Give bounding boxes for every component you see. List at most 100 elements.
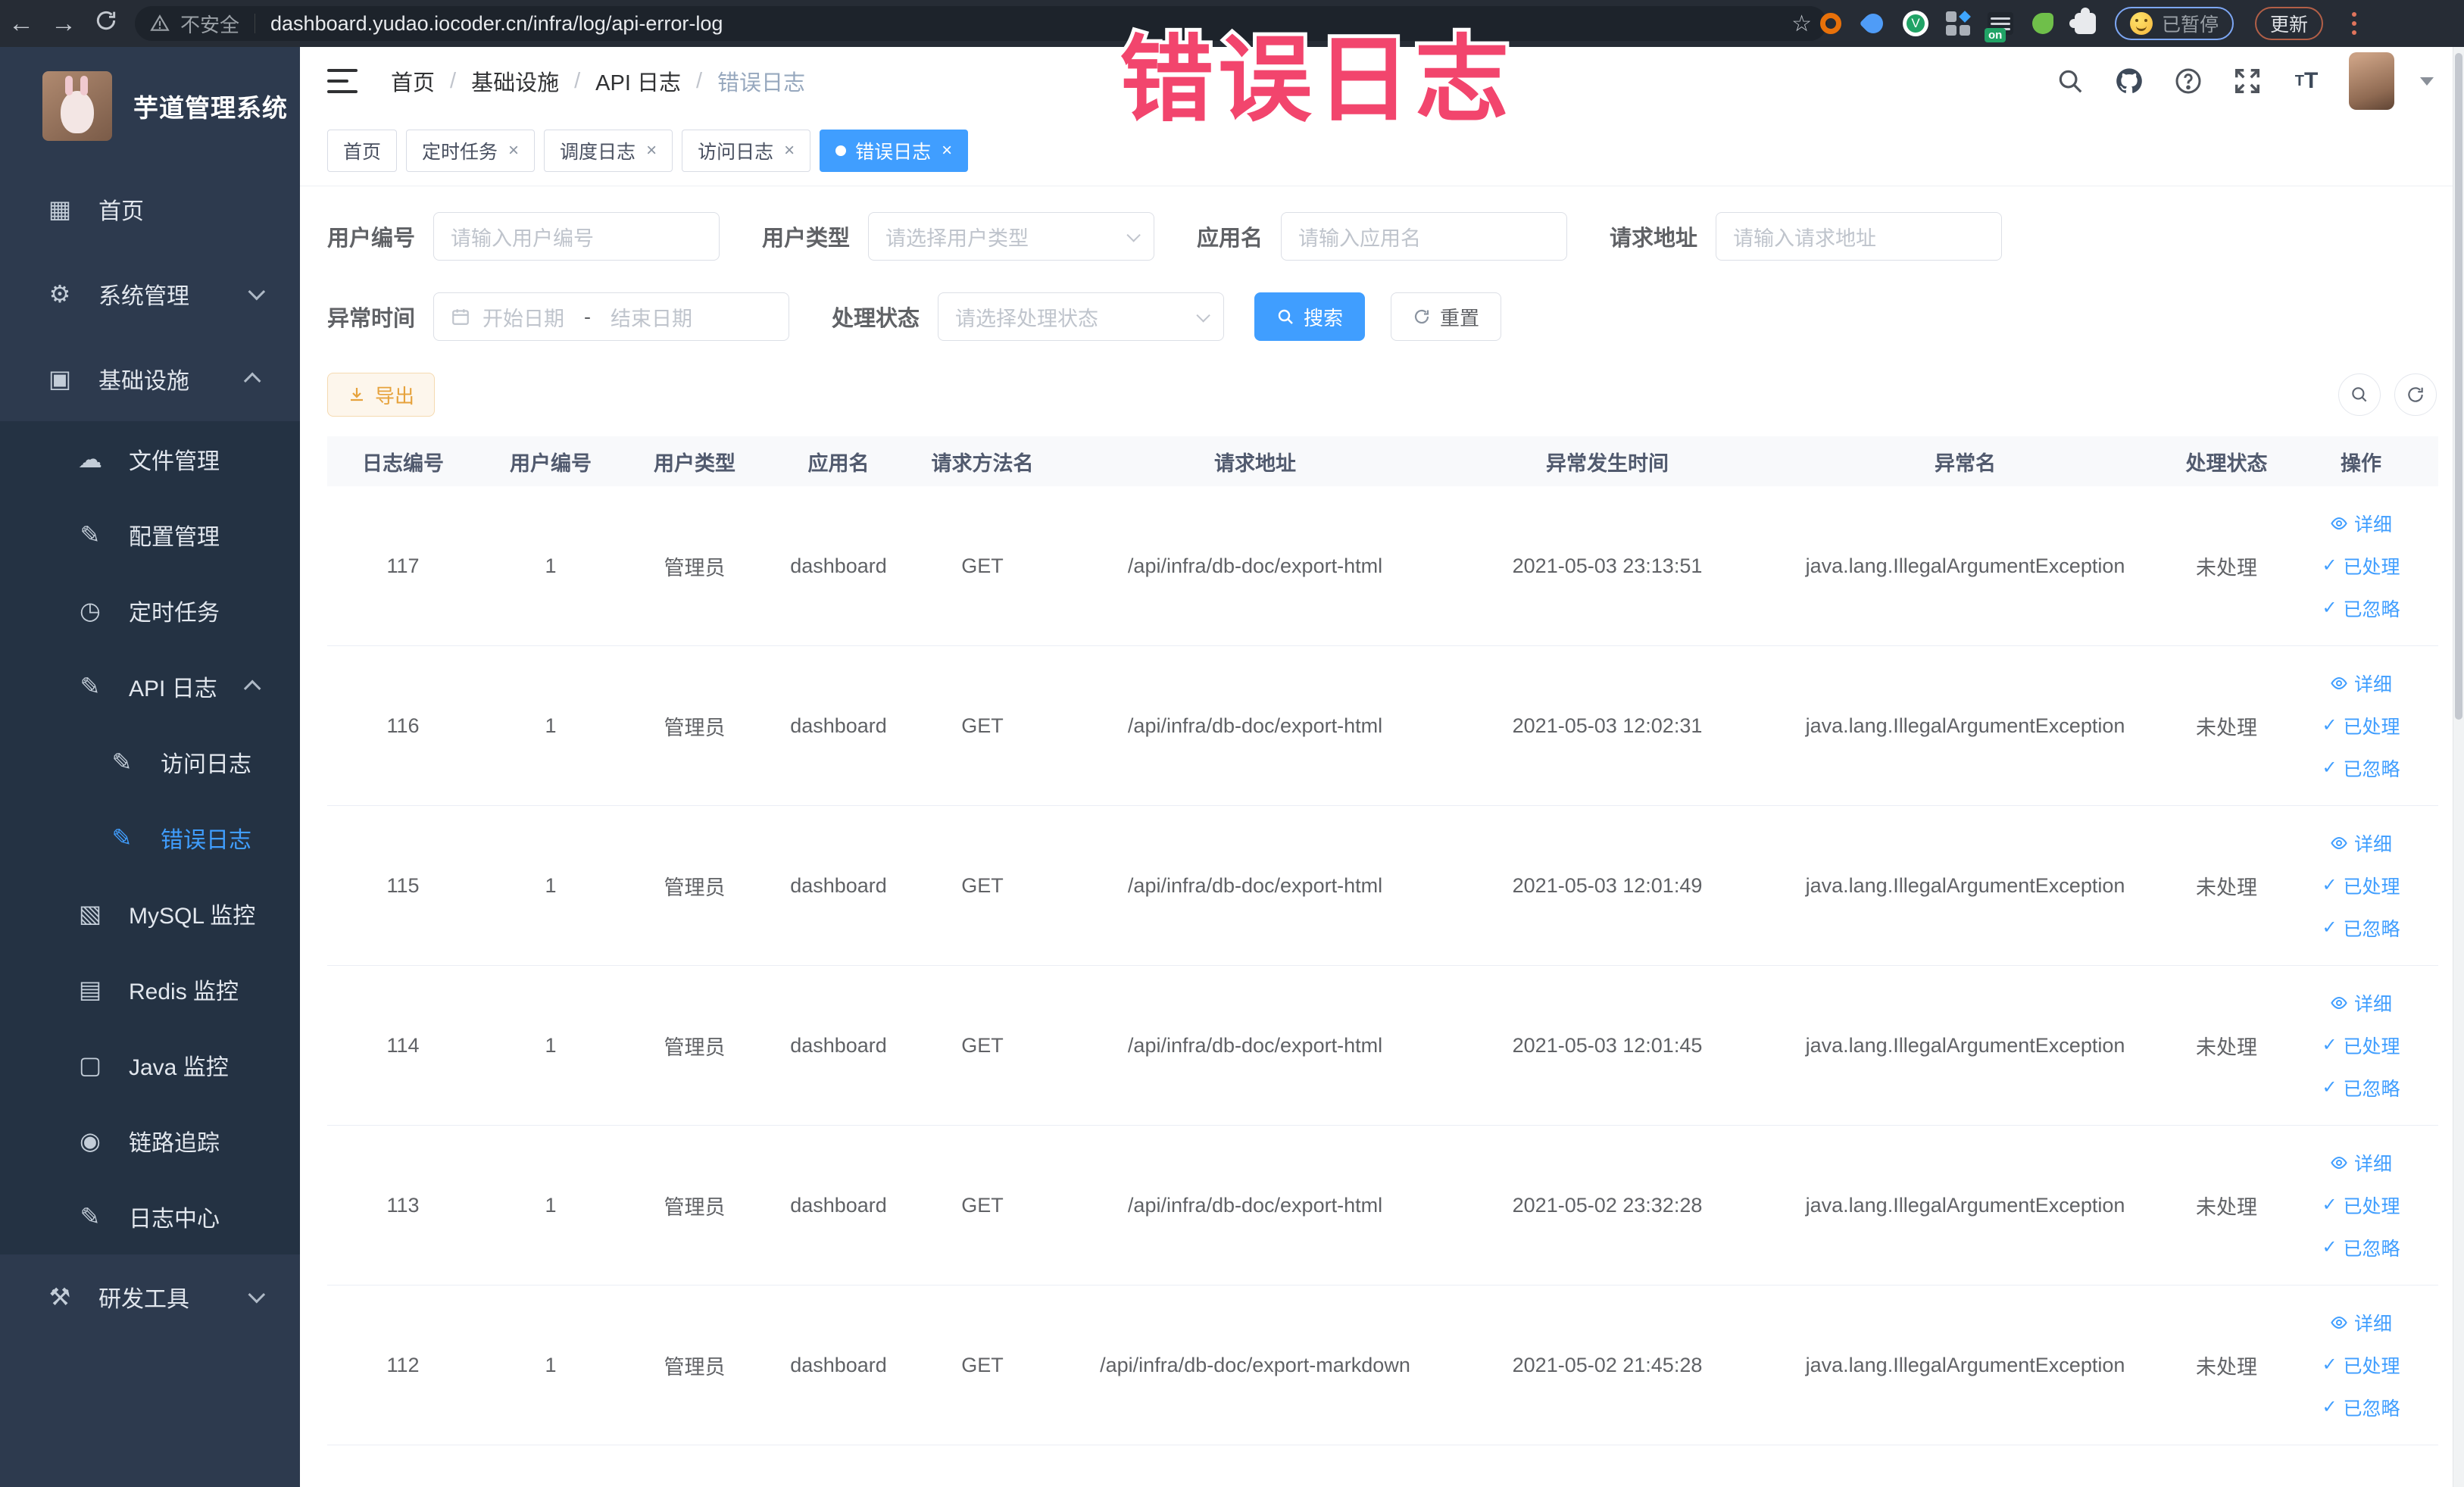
sidebar-item-基础设施[interactable]: ▣ 基础设施: [0, 336, 300, 421]
breadcrumb-item-首页[interactable]: 首页: [391, 65, 435, 97]
toggle-search-icon-button[interactable]: [2338, 373, 2381, 416]
browser-update-button[interactable]: 更新: [2255, 7, 2324, 40]
action-详细-link[interactable]: 详细: [2330, 829, 2392, 857]
action-详细-link[interactable]: 详细: [2330, 989, 2392, 1017]
table-body: 117 1 管理员 dashboard GET/api/infra/db-doc/exp…: [327, 486, 2438, 1445]
back-icon[interactable]: ←: [0, 9, 42, 39]
fullscreen-icon[interactable]: [2231, 64, 2264, 98]
paused-extension-pill[interactable]: 已暂停: [2115, 7, 2234, 40]
close-icon[interactable]: ×: [508, 140, 519, 161]
sidebar-item-API 日志[interactable]: ✎ API 日志: [0, 648, 300, 724]
action-已处理-link[interactable]: ✓ 已处理: [2322, 1032, 2400, 1059]
sidebar-item-定时任务[interactable]: ◷ 定时任务: [0, 573, 300, 648]
action-label: 已处理: [2343, 1196, 2400, 1217]
extension-grid-icon[interactable]: [1945, 11, 1971, 36]
sidebar-toggle-icon[interactable]: [327, 69, 358, 93]
sidebar-item-label: Java 监控: [129, 1055, 229, 1080]
extension-orange-ring-icon[interactable]: [1818, 11, 1844, 36]
address-bar[interactable]: 不安全 dashboard.yudao.iocoder.cn/infra/log…: [135, 6, 1827, 41]
cell-app: dashboard: [790, 554, 887, 577]
user-avatar[interactable]: [2349, 52, 2394, 110]
action-label: 已处理: [2343, 1036, 2400, 1057]
sidebar-item-Redis 监控[interactable]: ▤ Redis 监控: [0, 951, 300, 1027]
action-已忽略-link[interactable]: ✓ 已忽略: [2322, 1394, 2400, 1421]
extension-list-icon[interactable]: on: [1985, 11, 2013, 42]
paused-label: 已暂停: [2162, 14, 2219, 36]
cell-id: 115: [386, 873, 420, 897]
tab-调度日志[interactable]: 调度日志 ×: [544, 129, 673, 172]
check-icon: ✓: [2322, 758, 2338, 778]
sidebar-item-研发工具[interactable]: ⚒ 研发工具: [0, 1254, 300, 1339]
close-icon[interactable]: ×: [784, 140, 795, 161]
action-已忽略-link[interactable]: ✓ 已忽略: [2322, 754, 2400, 782]
window-scrollbar[interactable]: [2453, 47, 2464, 1487]
sidebar-item-链路追踪[interactable]: ◉ 链路追踪: [0, 1103, 300, 1179]
extensions-puzzle-icon[interactable]: [2069, 8, 2098, 36]
close-icon[interactable]: ×: [646, 140, 657, 161]
sidebar-item-首页[interactable]: ▦ 首页: [0, 167, 300, 251]
sidebar-item-MySQL 监控[interactable]: ▧ MySQL 监控: [0, 876, 300, 951]
action-详细-link[interactable]: 详细: [2330, 1309, 2392, 1336]
action-详细-link[interactable]: 详细: [2330, 670, 2392, 697]
close-icon[interactable]: ×: [942, 140, 952, 161]
action-详细-link[interactable]: 详细: [2330, 1149, 2392, 1176]
search-icon[interactable]: [2053, 64, 2087, 98]
action-已处理-link[interactable]: ✓ 已处理: [2322, 712, 2400, 739]
github-icon[interactable]: [2113, 64, 2146, 98]
user-id-placeholder: 请输入用户编号: [451, 226, 595, 250]
exception-time-range-input[interactable]: 开始日期 - 结束日期: [433, 292, 790, 341]
sidebar-item-错误日志[interactable]: ✎ 错误日志: [0, 800, 300, 876]
action-已处理-link[interactable]: ✓ 已处理: [2322, 1351, 2400, 1379]
action-详细-link[interactable]: 详细: [2330, 510, 2392, 537]
breadcrumb-item-API 日志[interactable]: API 日志: [595, 65, 681, 97]
column-header-用户编号: 用户编号: [510, 451, 592, 475]
forward-icon[interactable]: →: [42, 9, 85, 39]
sidebar-item-Java 监控[interactable]: ▢ Java 监控: [0, 1027, 300, 1103]
eye-icon: ◉: [80, 1127, 101, 1154]
extension-leaf-icon[interactable]: [2030, 11, 2056, 36]
app-name-placeholder: 请输入应用名: [1298, 226, 1422, 250]
search-button[interactable]: 搜索: [1254, 292, 1366, 341]
action-已处理-link[interactable]: ✓ 已处理: [2322, 872, 2400, 899]
action-已忽略-link[interactable]: ✓ 已忽略: [2322, 1234, 2400, 1261]
tab-访问日志[interactable]: 访问日志 ×: [682, 129, 811, 172]
tab-错误日志[interactable]: 错误日志 ×: [820, 129, 969, 172]
refresh-table-button[interactable]: [2394, 373, 2437, 416]
sidebar-item-日志中心[interactable]: ✎ 日志中心: [0, 1179, 300, 1254]
request-url-input[interactable]: 请输入请求地址: [1716, 212, 2003, 261]
action-已忽略-link[interactable]: ✓ 已忽略: [2322, 914, 2400, 942]
reload-icon[interactable]: [85, 8, 127, 39]
cell-user_type: 管理员: [664, 876, 726, 899]
cell-user_id: 1: [545, 1353, 557, 1376]
action-label: 详细: [2353, 1314, 2392, 1335]
extension-green-v-icon[interactable]: V: [1903, 11, 1928, 36]
help-icon[interactable]: [2172, 64, 2205, 98]
action-已处理-link[interactable]: ✓ 已处理: [2322, 552, 2400, 579]
reset-button[interactable]: 重置: [1391, 292, 1502, 341]
cell-method: GET: [961, 1353, 1004, 1376]
bookmark-star-icon[interactable]: ☆: [1791, 11, 1812, 37]
sidebar-item-配置管理[interactable]: ✎ 配置管理: [0, 497, 300, 573]
process-status-select[interactable]: 请选择处理状态: [938, 292, 1225, 341]
sidebar-item-文件管理[interactable]: ☁ 文件管理: [0, 421, 300, 497]
tab-首页[interactable]: 首页: [327, 129, 398, 172]
action-已忽略-link[interactable]: ✓ 已忽略: [2322, 1074, 2400, 1101]
tab-定时任务[interactable]: 定时任务 ×: [406, 129, 536, 172]
action-label: 已忽略: [2343, 1079, 2400, 1100]
scrollbar-thumb[interactable]: [2455, 53, 2462, 720]
browser-menu-icon[interactable]: [2352, 12, 2357, 35]
sidebar-item-系统管理[interactable]: ⚙ 系统管理: [0, 251, 300, 336]
export-button[interactable]: 导出: [327, 373, 436, 417]
user-type-select[interactable]: 请选择用户类型: [868, 212, 1155, 261]
app-name-input[interactable]: 请输入应用名: [1281, 212, 1568, 261]
font-size-icon[interactable]: TT: [2290, 64, 2323, 98]
action-已忽略-link[interactable]: ✓ 已忽略: [2322, 595, 2400, 622]
breadcrumb-item-基础设施[interactable]: 基础设施: [471, 65, 559, 97]
extension-blue-drop-icon[interactable]: [1859, 9, 1888, 38]
tools-icon: ⚒: [48, 1283, 71, 1310]
action-已处理-link[interactable]: ✓ 已处理: [2322, 1192, 2400, 1219]
avatar-dropdown-icon[interactable]: [2420, 77, 2434, 86]
cell-id: 114: [386, 1033, 420, 1057]
user-id-input[interactable]: 请输入用户编号: [433, 212, 720, 261]
sidebar-item-访问日志[interactable]: ✎ 访问日志: [0, 724, 300, 800]
